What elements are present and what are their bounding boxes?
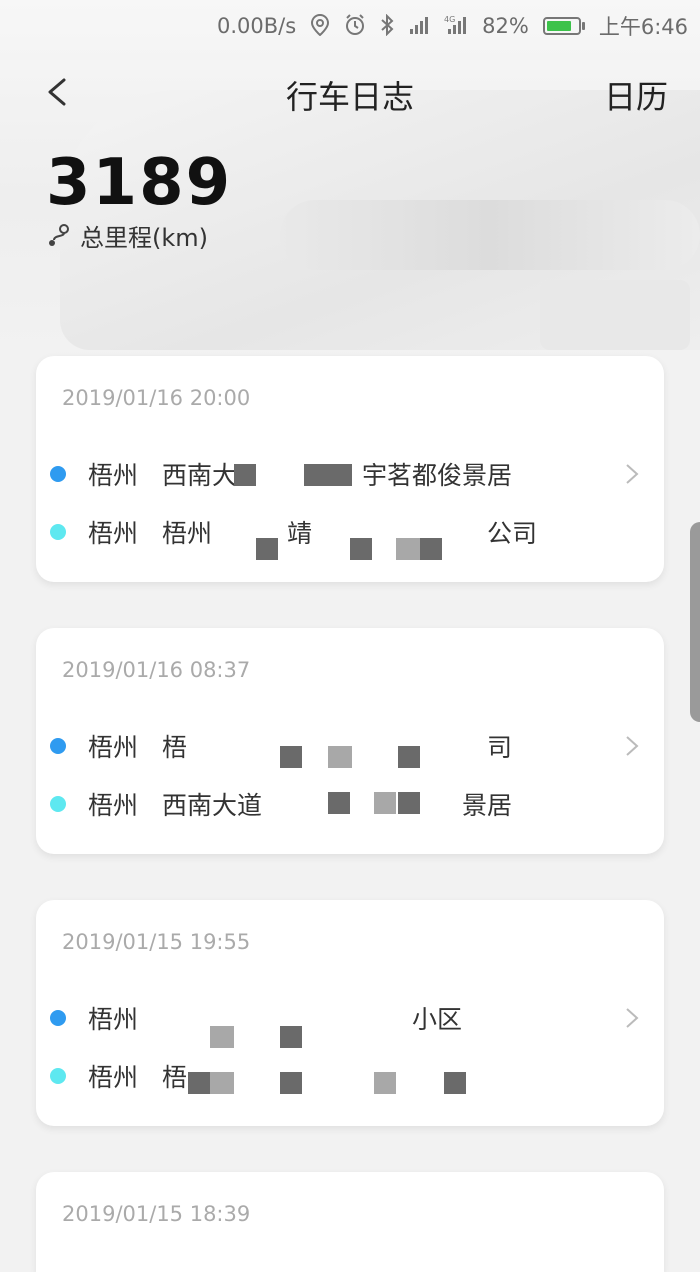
trip-time: 2019/01/16 08:37 <box>62 658 251 682</box>
scrollbar-handle[interactable] <box>690 522 700 722</box>
end-place: 梧 <box>162 1063 188 1092</box>
start-dot <box>50 466 66 482</box>
location-icon <box>310 13 330 39</box>
svg-text:4G: 4G <box>444 15 455 24</box>
total-mileage-text: 总里程(km) <box>80 224 209 252</box>
privacy-mask <box>444 1072 466 1094</box>
privacy-mask <box>256 538 278 560</box>
start-dot <box>50 1010 66 1026</box>
bluetooth-icon <box>380 13 394 39</box>
car-grille <box>540 280 690 350</box>
trip-card[interactable]: 2019/01/16 08:37 梧州 梧 司 梧州 西南大道 景居 <box>36 628 664 854</box>
trip-end-row: 梧州 梧 <box>50 1056 187 1096</box>
battery-percent: 82% <box>482 14 529 38</box>
start-place: 小区 <box>162 1005 463 1034</box>
route-icon <box>49 223 69 246</box>
privacy-mask <box>420 538 442 560</box>
trip-card[interactable]: 2019/01/16 20:00 梧州 西南大 宇茗都俊景居 梧州 梧州 靖 公… <box>36 356 664 582</box>
start-dot <box>50 738 66 754</box>
end-city: 梧州 <box>88 1063 139 1092</box>
trip-time: 2019/01/16 20:00 <box>62 386 251 410</box>
trip-time: 2019/01/15 18:39 <box>62 1202 251 1226</box>
chevron-right-icon <box>626 1008 639 1028</box>
privacy-mask <box>234 464 256 486</box>
trip-card[interactable]: 2019/01/15 18:39 <box>36 1172 664 1272</box>
trip-end-row: 梧州 梧州 靖 公司 <box>50 512 537 552</box>
chevron-right-icon <box>626 464 639 484</box>
privacy-mask <box>280 746 302 768</box>
privacy-mask <box>374 1072 396 1094</box>
4g-signal-icon: 4G <box>444 14 468 39</box>
chevron-left-icon <box>48 78 66 106</box>
privacy-mask <box>280 1072 302 1094</box>
privacy-mask <box>188 1072 210 1094</box>
privacy-mask <box>328 792 350 814</box>
privacy-mask <box>280 1026 302 1048</box>
privacy-mask <box>210 1072 234 1094</box>
total-mileage-value: 3189 <box>46 146 233 220</box>
end-city: 梧州 <box>88 519 139 548</box>
clock: 上午6:46 <box>598 15 688 39</box>
chevron-right-icon <box>626 736 639 756</box>
start-city: 梧州 <box>88 733 139 762</box>
nav-bar: 行车日志 日历 <box>0 58 700 128</box>
privacy-mask <box>350 538 372 560</box>
end-dot <box>50 1068 66 1084</box>
privacy-mask <box>374 792 396 814</box>
network-speed: 0.00B/s <box>216 14 297 38</box>
trip-end-row: 梧州 西南大道 景居 <box>50 784 512 824</box>
privacy-mask <box>398 746 420 768</box>
total-mileage-label: 总里程(km) <box>46 218 208 253</box>
privacy-mask <box>396 538 420 560</box>
privacy-mask <box>398 792 420 814</box>
battery-icon <box>542 17 585 35</box>
alarm-icon <box>344 13 366 39</box>
signal-icon <box>408 14 430 39</box>
end-dot <box>50 796 66 812</box>
privacy-mask <box>210 1026 234 1048</box>
privacy-mask <box>304 464 352 486</box>
status-bar: 0.00B/s 4G 82% 上午6:46 <box>0 0 700 52</box>
end-city: 梧州 <box>88 791 139 820</box>
privacy-mask <box>328 746 352 768</box>
start-city: 梧州 <box>88 1005 139 1034</box>
start-city: 梧州 <box>88 461 139 490</box>
page-title: 行车日志 <box>285 78 414 116</box>
end-dot <box>50 524 66 540</box>
trip-card[interactable]: 2019/01/15 19:55 梧州 小区 梧州 梧 <box>36 900 664 1126</box>
trip-start-row: 梧州 小区 <box>50 998 462 1038</box>
trip-start-row: 梧州 西南大 宇茗都俊景居 <box>50 454 512 494</box>
trip-time: 2019/01/15 19:55 <box>62 930 251 954</box>
back-button[interactable] <box>40 72 80 112</box>
car-headlight <box>280 200 700 270</box>
calendar-button[interactable]: 日历 <box>604 72 668 118</box>
